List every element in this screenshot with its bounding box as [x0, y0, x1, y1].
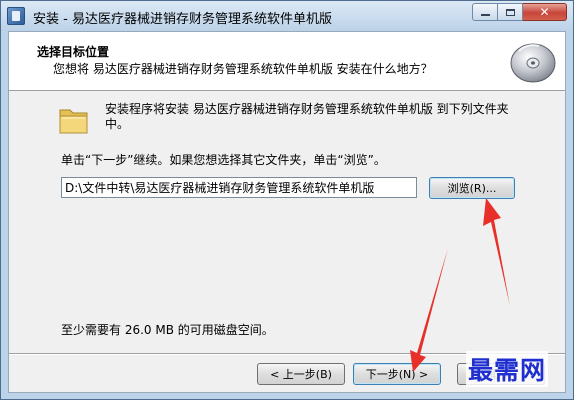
title-bar[interactable]: 安装 - 易达医疗器械进销存财务管理系统软件单机版 ✕	[1, 1, 573, 31]
wizard-header: 选择目标位置 您想将 易达医疗器械进销存财务管理系统软件单机版 安装在什么地方？	[9, 32, 565, 91]
install-path-field[interactable]	[61, 177, 417, 198]
maximize-button[interactable]	[498, 3, 523, 21]
maximize-icon	[505, 8, 515, 16]
installer-app-icon	[7, 7, 25, 25]
close-button[interactable]: ✕	[523, 3, 567, 21]
watermark-text: 最需网	[466, 351, 549, 387]
close-icon: ✕	[539, 5, 550, 19]
minimize-icon	[480, 14, 490, 16]
page-title: 选择目标位置	[37, 45, 110, 59]
next-button[interactable]: 下一步(N) >	[353, 363, 441, 385]
install-description: 安装程序将安装 易达医疗器械进销存财务管理系统软件单机版 到下列文件夹中。	[105, 102, 509, 131]
browse-button[interactable]: 浏览(R)...	[429, 177, 515, 199]
window-controls: ✕	[472, 3, 567, 22]
minimize-button[interactable]	[472, 3, 498, 21]
window-title: 安装 - 易达医疗器械进销存财务管理系统软件单机版	[33, 12, 332, 27]
instruction-text: 单击“下一步”继续。如果您想选择其它文件夹，单击“浏览”。	[61, 153, 386, 167]
page-subtitle: 您想将 易达医疗器械进销存财务管理系统软件单机版 安装在什么地方？	[53, 62, 433, 76]
installer-window: 安装 - 易达医疗器械进销存财务管理系统软件单机版 ✕ 选择目标位置 您想将 易…	[0, 0, 574, 400]
folder-icon	[59, 109, 88, 134]
back-button[interactable]: < 上一步(B)	[257, 363, 345, 385]
disk-space-required: 至少需要有 26.0 MB 的可用磁盘空间。	[61, 323, 274, 337]
disc-icon	[510, 43, 556, 83]
wizard-page: 选择目标位置 您想将 易达医疗器械进销存财务管理系统软件单机版 安装在什么地方？	[8, 31, 566, 393]
